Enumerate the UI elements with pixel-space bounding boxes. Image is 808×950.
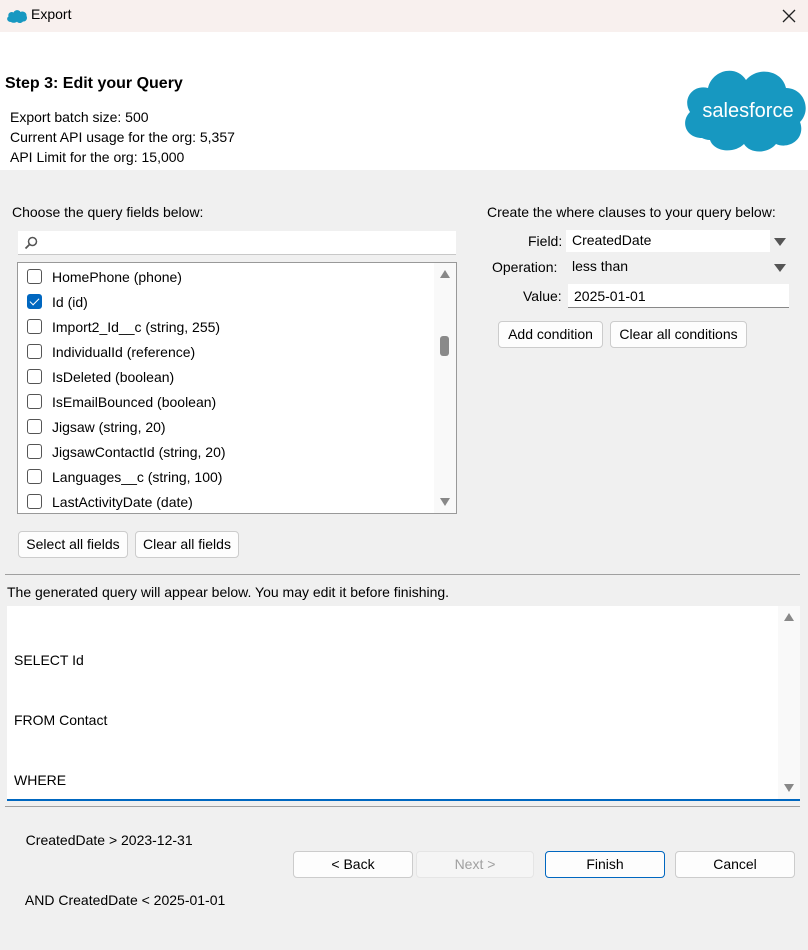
query-line: AND CreatedDate < 2025-01-01 <box>14 892 226 908</box>
salesforce-logo: salesforce <box>685 70 806 152</box>
field-search-input[interactable] <box>44 233 448 253</box>
field-item-import2-id[interactable]: Import2_Id__c (string, 255) <box>18 314 434 339</box>
close-button[interactable] <box>770 0 808 32</box>
divider <box>5 806 800 807</box>
field-label: LastActivityDate (date) <box>52 493 193 510</box>
checkbox[interactable] <box>27 494 42 509</box>
query-scrollbar[interactable] <box>778 606 800 799</box>
operation-select-value: less than <box>572 258 629 274</box>
checkbox[interactable] <box>27 444 42 459</box>
field-label: Field: <box>528 233 563 249</box>
scroll-down-arrow-icon[interactable] <box>784 784 794 792</box>
field-label: JigsawContactId (string, 20) <box>52 443 226 460</box>
query-line: CreatedDate > 2023-12-31 <box>14 832 193 848</box>
where-panel-label: Create the where clauses to your query b… <box>487 204 776 220</box>
operation-label: Operation: <box>492 259 558 275</box>
divider <box>5 574 800 575</box>
checkbox[interactable] <box>27 419 42 434</box>
field-item-lastactivitydate[interactable]: LastActivityDate (date) <box>18 489 434 513</box>
checkbox-checked[interactable] <box>27 294 42 309</box>
field-label: Jigsaw (string, 20) <box>52 418 166 435</box>
cancel-button[interactable]: Cancel <box>675 851 795 878</box>
value-input[interactable] <box>568 284 789 307</box>
query-line: FROM Contact <box>14 712 108 728</box>
field-label: HomePhone (phone) <box>52 268 182 285</box>
close-icon <box>782 9 796 23</box>
select-all-fields-button[interactable]: Select all fields <box>18 531 128 558</box>
checkbox[interactable] <box>27 319 42 334</box>
field-label: IsEmailBounced (boolean) <box>52 393 217 410</box>
checkbox[interactable] <box>27 344 42 359</box>
wizard-header: Step 3: Edit your Query Export batch siz… <box>0 32 808 170</box>
fields-panel-label: Choose the query fields below: <box>12 204 204 220</box>
field-item-jigsawcontactid[interactable]: JigsawContactId (string, 20) <box>18 439 434 464</box>
field-select-value: CreatedDate <box>572 232 652 248</box>
window-title: Export <box>31 6 72 22</box>
back-button[interactable]: < Back <box>293 851 413 878</box>
operation-dropdown-arrow-icon[interactable] <box>774 264 786 272</box>
field-search[interactable] <box>18 231 456 255</box>
field-item-jigsaw[interactable]: Jigsaw (string, 20) <box>18 414 434 439</box>
scroll-down-arrow-icon[interactable] <box>440 498 450 506</box>
field-label: Id (id) <box>52 293 88 310</box>
query-panel-label: The generated query will appear below. Y… <box>7 584 450 600</box>
field-item-individualid[interactable]: IndividualId (reference) <box>18 339 434 364</box>
field-item-isemailbounced[interactable]: IsEmailBounced (boolean) <box>18 389 434 414</box>
field-label: Import2_Id__c (string, 255) <box>52 318 221 335</box>
field-item-homephone[interactable]: HomePhone (phone) <box>18 264 434 289</box>
search-icon <box>24 236 38 250</box>
api-usage-text: Current API usage for the org: 5,357 <box>10 129 235 145</box>
field-list-scrollbar[interactable] <box>434 263 456 513</box>
query-text[interactable]: SELECT Id FROM Contact WHERE CreatedDate… <box>14 610 225 950</box>
field-label: Languages__c (string, 100) <box>52 468 223 485</box>
clear-all-fields-button[interactable]: Clear all fields <box>135 531 239 558</box>
logo-text: salesforce <box>702 100 793 122</box>
query-editor[interactable]: SELECT Id FROM Contact WHERE CreatedDate… <box>7 606 800 908</box>
query-line: SELECT Id <box>14 652 84 668</box>
operation-select[interactable]: less than <box>566 256 770 278</box>
title-bar: Export <box>0 0 808 32</box>
field-list[interactable]: HomePhone (phone) Id (id) Import2_Id__c … <box>17 262 457 514</box>
checkbox[interactable] <box>27 469 42 484</box>
value-field[interactable] <box>568 284 789 308</box>
scroll-up-arrow-icon[interactable] <box>784 613 794 621</box>
finish-button[interactable]: Finish <box>545 851 665 878</box>
next-button[interactable]: Next > <box>416 851 534 878</box>
field-item-id[interactable]: Id (id) <box>18 289 434 314</box>
field-label: IsDeleted (boolean) <box>52 368 175 385</box>
add-condition-button[interactable]: Add condition <box>498 321 603 348</box>
salesforce-cloud-icon <box>7 10 28 24</box>
checkbox[interactable] <box>27 269 42 284</box>
clear-all-conditions-button[interactable]: Clear all conditions <box>610 321 747 348</box>
field-item-languages[interactable]: Languages__c (string, 100) <box>18 464 434 489</box>
scroll-up-arrow-icon[interactable] <box>440 270 450 278</box>
value-label: Value: <box>523 288 562 304</box>
query-line: WHERE <box>14 772 67 788</box>
org-info: Export batch size: 500 Current API usage… <box>10 107 235 167</box>
field-item-isdeleted[interactable]: IsDeleted (boolean) <box>18 364 434 389</box>
checkbox[interactable] <box>27 394 42 409</box>
checkbox[interactable] <box>27 369 42 384</box>
step-title: Step 3: Edit your Query <box>5 75 183 92</box>
api-limit-text: API Limit for the org: 15,000 <box>10 149 185 165</box>
field-dropdown-arrow-icon[interactable] <box>774 238 786 246</box>
batch-size-text: Export batch size: 500 <box>10 109 149 125</box>
field-label: IndividualId (reference) <box>52 343 196 360</box>
field-select[interactable]: CreatedDate <box>566 230 770 252</box>
scroll-thumb[interactable] <box>440 336 449 356</box>
